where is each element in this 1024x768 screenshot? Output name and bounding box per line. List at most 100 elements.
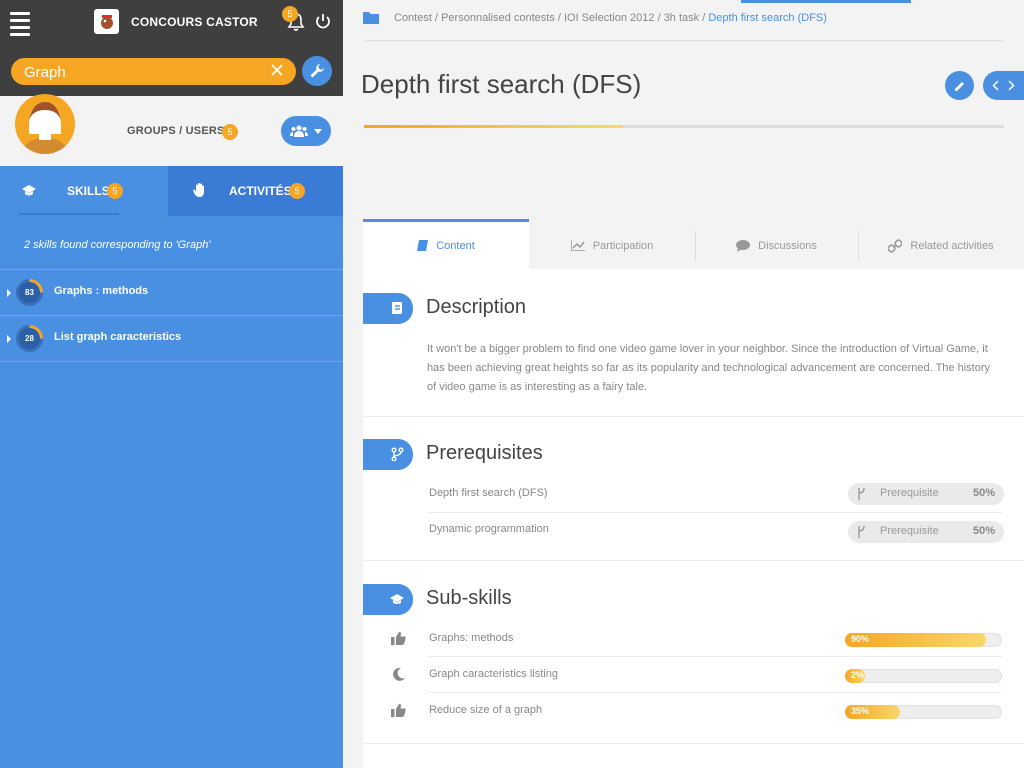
tab-participation-label: Participation — [592, 239, 654, 252]
book-icon — [417, 240, 429, 251]
chart-icon — [570, 240, 585, 251]
tab-activities-badge: 5 — [289, 183, 305, 199]
graduation-cap-icon — [390, 594, 404, 604]
groups-dropdown-button[interactable] — [281, 116, 331, 146]
description-text: It won't be a bigger problem to find one… — [427, 343, 990, 393]
subskill-name[interactable]: Graph caracteristics listing — [429, 668, 558, 680]
castor-logo — [94, 9, 119, 34]
prerequisite-value: 50% — [972, 487, 995, 499]
tab-content[interactable]: Content — [363, 219, 529, 269]
prerequisite-tag: Prerequisite — [880, 487, 939, 499]
divider — [363, 560, 1024, 561]
subskill-name[interactable]: Graphs: methods — [429, 632, 513, 644]
page-title: Depth first search (DFS) — [361, 69, 642, 99]
prev-next-buttons — [983, 71, 1024, 100]
tab-discussions-label: Discussions — [758, 239, 817, 252]
subskill-progress-label: 90% — [851, 634, 870, 644]
tab-discussions[interactable]: Discussions — [695, 222, 858, 269]
branch-icon — [391, 447, 404, 461]
search-box — [11, 58, 296, 85]
section-marker — [363, 439, 413, 470]
divider — [365, 40, 1003, 41]
book-icon — [392, 302, 402, 314]
subskill-progress-label: 35% — [851, 706, 870, 716]
subskill-progress-label: 2% — [851, 670, 865, 680]
branch-icon — [858, 526, 865, 538]
skill-result-name: Graphs : methods — [54, 285, 149, 297]
expand-arrow-icon[interactable] — [7, 289, 11, 297]
tab-skills[interactable]: SKILLS 5 — [0, 166, 168, 216]
edit-button[interactable] — [945, 71, 974, 100]
divider — [0, 361, 343, 362]
prerequisite-tag: Prerequisite — [880, 525, 939, 537]
prerequisite-badge: Prerequisite 50% — [848, 521, 1004, 543]
prerequisite-name[interactable]: Dynamic programmation — [429, 523, 549, 535]
breadcrumb-item[interactable]: Contest — [394, 12, 432, 24]
subskill-name[interactable]: Reduce size of a graph — [429, 704, 542, 716]
thumbs-up-icon — [391, 631, 406, 646]
divider — [363, 416, 1024, 417]
pencil-icon — [954, 81, 964, 91]
breadcrumb-current: Depth first search (DFS) — [708, 12, 827, 24]
wrench-icon — [310, 64, 324, 78]
left-panel: CONCOURS CASTOR 5 GROUPS / USERS 5 SKILL… — [0, 0, 343, 768]
tab-content-label: Content — [436, 239, 475, 252]
tab-skills-label: SKILLS — [67, 184, 110, 198]
groups-users-label[interactable]: GROUPS / USERS — [127, 125, 225, 137]
top-bar: CONCOURS CASTOR 5 — [0, 0, 343, 96]
divider — [363, 743, 1024, 744]
content-panel: Description It won't be a bigger problem… — [363, 269, 1024, 768]
prerequisite-name[interactable]: Depth first search (DFS) — [429, 487, 548, 499]
section-title: Description — [426, 296, 527, 318]
tab-related-activities-label: Related activities — [910, 239, 994, 252]
chevron-left-icon[interactable] — [992, 80, 999, 91]
progress-fill — [364, 125, 624, 128]
divider — [427, 512, 1002, 513]
breadcrumb-item[interactable]: IOI Selection 2012 — [564, 12, 655, 24]
main-panel: Contest / Personnalised contests / IOI S… — [343, 0, 1024, 768]
link-icon — [888, 238, 903, 253]
comment-icon — [736, 239, 751, 252]
subskill-progress-track — [845, 669, 1002, 683]
groups-count-badge: 5 — [222, 124, 238, 140]
power-icon[interactable] — [314, 12, 332, 30]
clear-search-icon[interactable] — [270, 63, 284, 77]
settings-button[interactable] — [302, 56, 332, 86]
prerequisite-value: 50% — [972, 525, 995, 537]
section-title: Prerequisites — [426, 442, 543, 464]
breadcrumb-item[interactable]: Personnalised contests — [441, 12, 555, 24]
tab-activities-label: ACTIVITÉS — [229, 184, 292, 198]
divider — [427, 692, 1002, 693]
content-tabs: Content Participation Discussions Relate… — [363, 219, 1024, 269]
search-results-summary: 2 skills found corresponding to 'Graph' — [24, 239, 211, 251]
users-icon — [290, 125, 308, 137]
skill-result-name: List graph caracteristics — [54, 331, 182, 343]
search-input[interactable] — [24, 62, 264, 82]
section-title: Sub-skills — [426, 587, 512, 609]
tab-underline — [19, 213, 119, 215]
brand-name: CONCOURS CASTOR — [131, 15, 258, 29]
divider — [427, 656, 1002, 657]
tab-participation[interactable]: Participation — [529, 222, 695, 269]
graduation-cap-icon — [22, 185, 36, 196]
avatar[interactable] — [15, 94, 75, 154]
expand-arrow-icon[interactable] — [7, 335, 11, 343]
breadcrumb-item[interactable]: 3h task — [664, 12, 699, 24]
breadcrumb: Contest / Personnalised contests / IOI S… — [394, 12, 827, 24]
score-value: 83 — [25, 288, 34, 297]
hand-icon — [193, 183, 204, 197]
chevron-right-icon[interactable] — [1008, 80, 1015, 91]
notification-badge: 5 — [282, 6, 298, 22]
tab-skills-badge: 5 — [107, 183, 123, 199]
menu-icon[interactable] — [10, 12, 30, 36]
branch-icon — [858, 488, 865, 500]
tab-related-activities[interactable]: Related activities — [858, 222, 1024, 269]
skill-result-row[interactable]: 83 Graphs : methods — [0, 270, 343, 316]
skill-result-row[interactable]: 28 List graph caracteristics — [0, 316, 343, 362]
tab-activities[interactable]: ACTIVITÉS 5 — [168, 166, 343, 216]
chevron-down-icon — [314, 128, 322, 134]
thumbs-up-icon — [391, 703, 406, 718]
section-marker — [363, 293, 413, 324]
prerequisite-badge: Prerequisite 50% — [848, 483, 1004, 505]
top-accent-line — [741, 0, 911, 3]
